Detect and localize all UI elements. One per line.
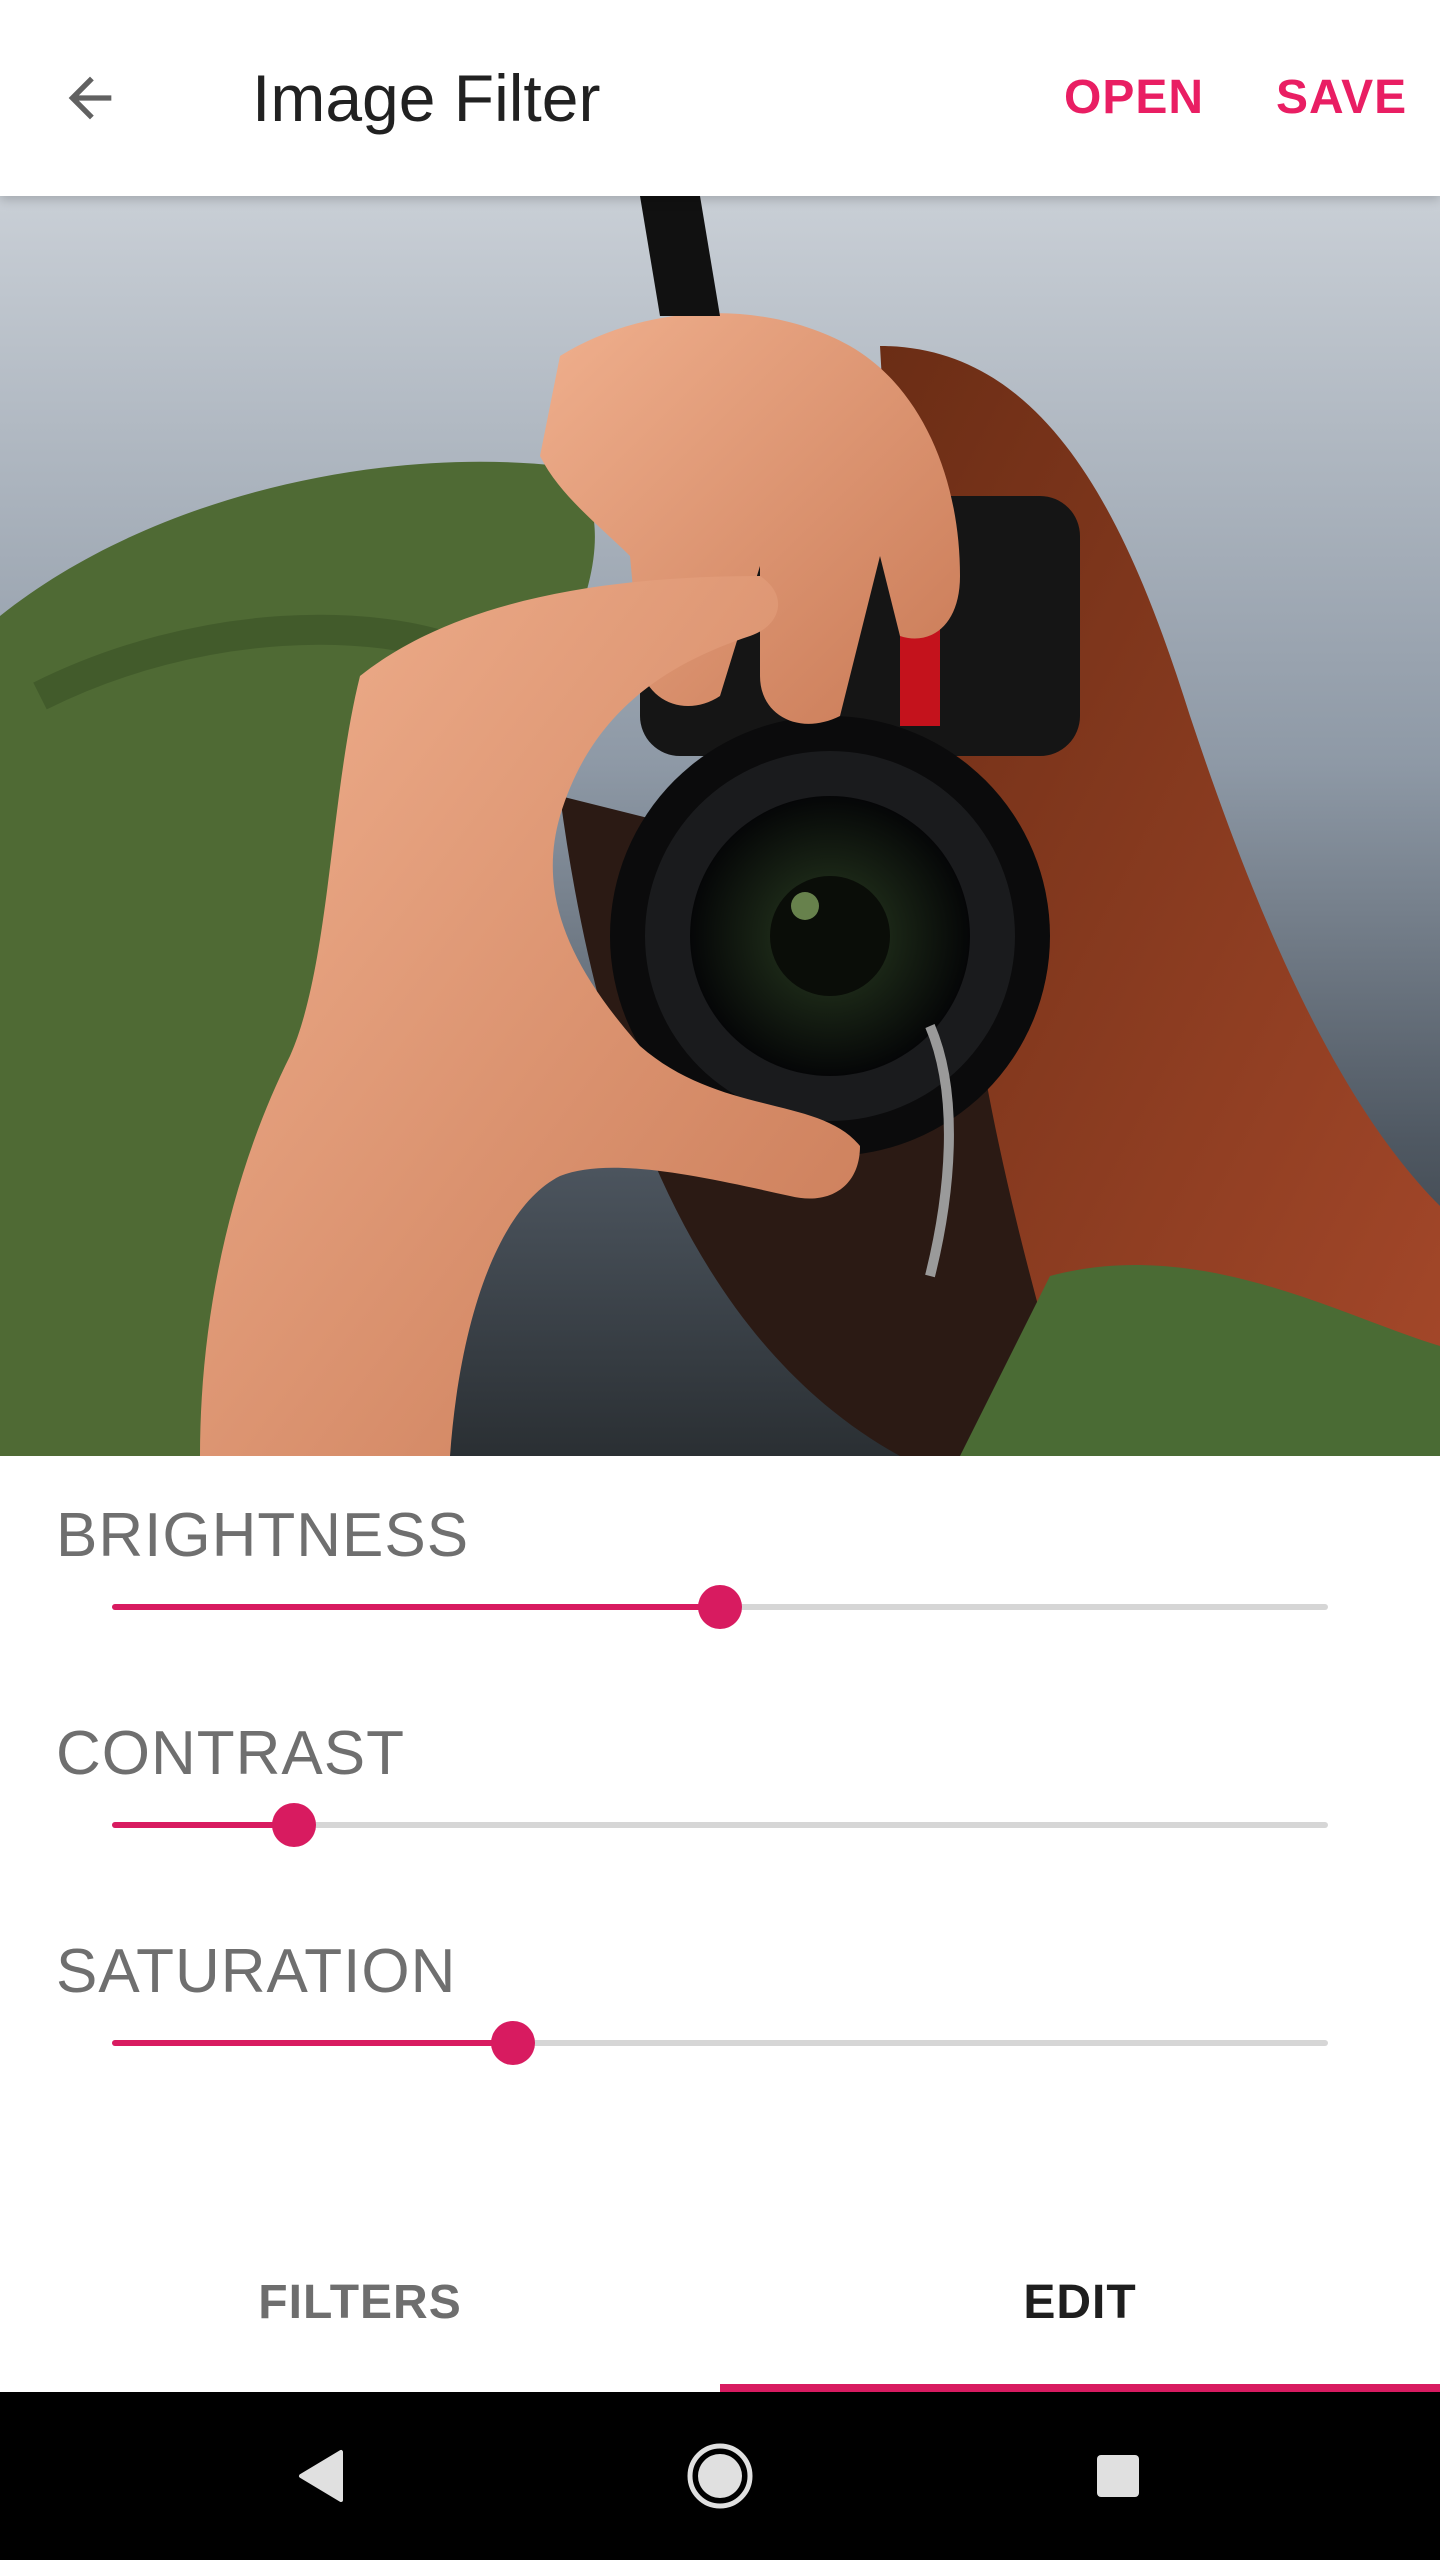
back-button[interactable]: [40, 48, 140, 148]
contrast-slider-fill: [112, 1822, 295, 1828]
contrast-slider[interactable]: [112, 1803, 1328, 1847]
tab-edit[interactable]: EDIT: [720, 2212, 1440, 2392]
nav-home-button[interactable]: [670, 2426, 770, 2526]
arrow-back-icon: [68, 76, 112, 120]
app-bar: Image Filter OPEN SAVE: [0, 0, 1440, 196]
saturation-slider-thumb[interactable]: [491, 2021, 536, 2065]
contrast-label: CONTRAST: [56, 1719, 405, 1788]
nav-home-circle-icon: [687, 2443, 753, 2509]
nav-back-triangle-icon: [299, 2450, 343, 2502]
brightness-slider-fill: [112, 1604, 720, 1610]
page-title: Image Filter: [252, 61, 601, 135]
brightness-slider-thumb[interactable]: [698, 1585, 742, 1629]
nav-recent-square-icon: [1097, 2455, 1139, 2497]
brightness-slider[interactable]: [112, 1585, 1328, 1629]
brightness-label: BRIGHTNESS: [56, 1501, 470, 1570]
bottom-tabs: FILTERS EDIT: [0, 2212, 1440, 2392]
save-button[interactable]: SAVE: [1276, 66, 1407, 130]
tab-selected-indicator: [720, 2384, 1440, 2392]
image-preview: [0, 196, 1440, 1456]
saturation-slider-fill: [112, 2040, 514, 2046]
tab-filters[interactable]: FILTERS: [0, 2212, 720, 2392]
open-button[interactable]: OPEN: [1064, 66, 1204, 130]
nav-back-button[interactable]: [270, 2426, 370, 2526]
system-nav-bar: [0, 2392, 1440, 2560]
contrast-slider-thumb[interactable]: [272, 1803, 317, 1847]
saturation-label: SATURATION: [56, 1937, 457, 2006]
saturation-slider[interactable]: [112, 2021, 1328, 2065]
nav-recent-button[interactable]: [1068, 2426, 1168, 2526]
